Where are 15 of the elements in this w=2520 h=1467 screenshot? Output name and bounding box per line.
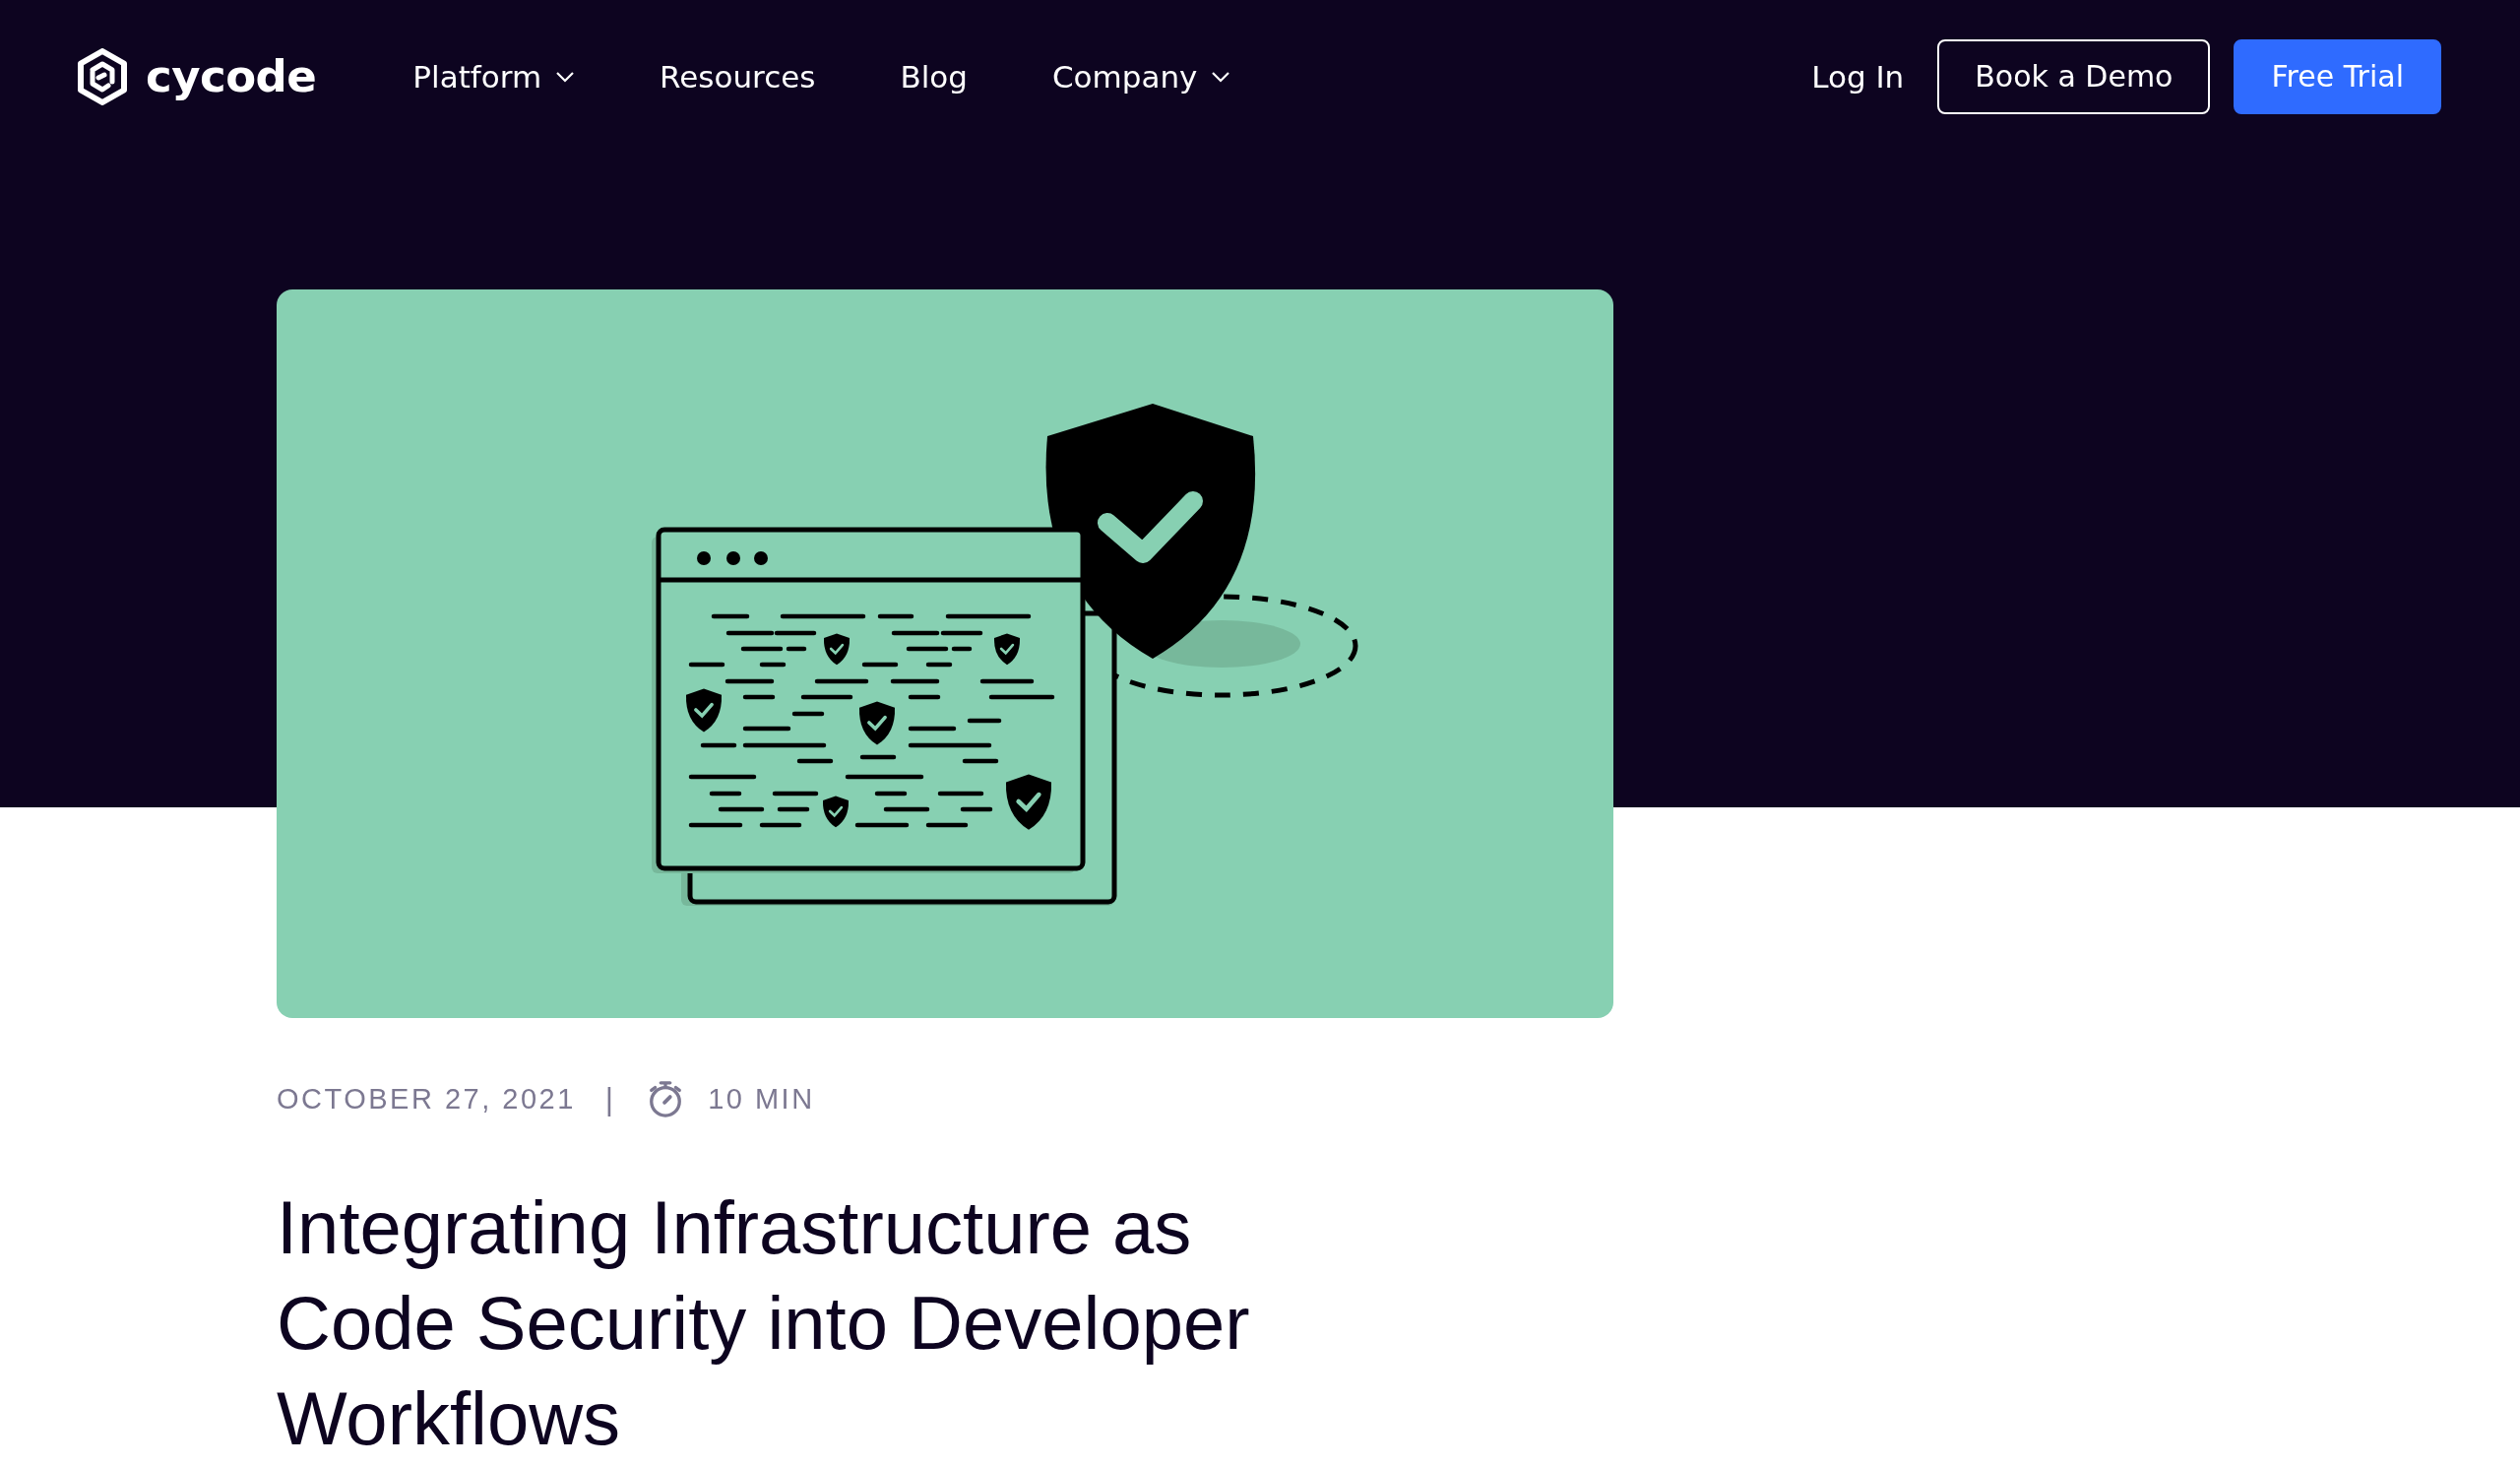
trial-button[interactable]: Free Trial xyxy=(2234,38,2441,114)
demo-button[interactable]: Book a Demo xyxy=(1937,38,2211,114)
logo-icon[interactable] xyxy=(77,47,128,105)
caret-icon xyxy=(1211,70,1231,83)
nav-link[interactable]: Blog xyxy=(900,58,968,95)
publish-date: OCTOBER 27, 2021 xyxy=(277,1082,576,1116)
logo-wordmark[interactable]: cycode xyxy=(146,50,317,102)
login-link[interactable]: Log In xyxy=(1811,58,1905,95)
nav-link[interactable]: Resources xyxy=(660,58,816,95)
article-title: Integrating Infrastructure as Code Security into Developer Workflows xyxy=(277,1184,1251,1462)
nav-link[interactable]: Platform xyxy=(412,58,576,95)
nav-link[interactable]: Company xyxy=(1051,58,1231,95)
caret-icon xyxy=(555,70,576,83)
read-time: 10 MIN xyxy=(708,1082,815,1116)
separator: | xyxy=(604,1080,614,1117)
